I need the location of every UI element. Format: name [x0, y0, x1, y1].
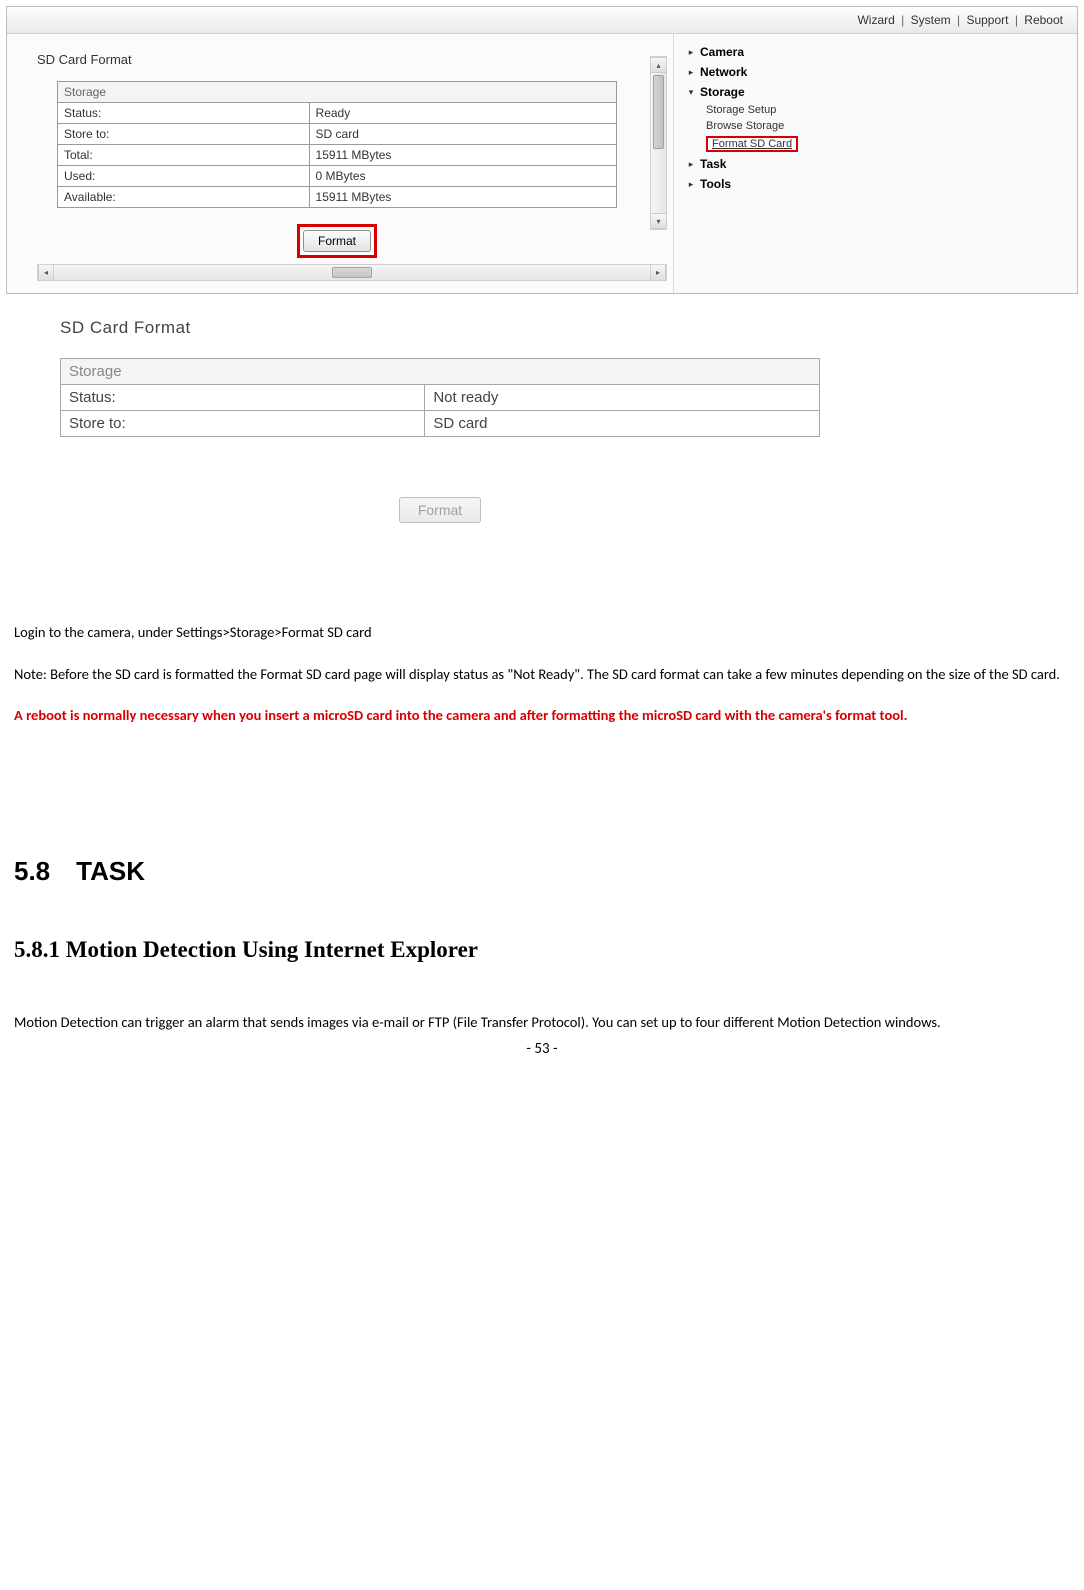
horizontal-scrollbar[interactable]: ◂ ▸ [37, 264, 667, 281]
scroll-down-arrow-icon[interactable]: ▾ [651, 213, 666, 229]
heading-5-8: 5.8 TASK [14, 856, 1070, 887]
menu-separator: | [898, 13, 907, 27]
caret-right-icon: ▸ [686, 67, 696, 78]
nav-item-tools[interactable]: ▸ Tools [684, 174, 1067, 194]
nav-item-network[interactable]: ▸ Network [684, 62, 1067, 82]
nav-label: Tools [696, 177, 731, 191]
storage-table: Storage Status: Ready Store to: SD card … [57, 81, 617, 208]
paragraph: Note: Before the SD card is formatted th… [14, 665, 1070, 685]
row-key: Store to: [61, 411, 425, 437]
top-menu-bar: Wizard | System | Support | Reboot [7, 7, 1077, 34]
menu-wizard[interactable]: Wizard [857, 13, 894, 27]
scroll-right-arrow-icon[interactable]: ▸ [650, 265, 666, 280]
nav-label: Storage [696, 85, 745, 99]
table-row: Total: 15911 MBytes [58, 145, 617, 166]
nav-label: Task [696, 157, 726, 171]
table-header: Storage [58, 82, 617, 103]
row-key: Used: [58, 166, 310, 187]
nav-item-storage[interactable]: ▾ Storage [684, 82, 1067, 102]
paragraph: Motion Detection can trigger an alarm th… [14, 1013, 1070, 1033]
format-button-highlight: Format [297, 224, 377, 258]
table-row: Store to: SD card [58, 124, 617, 145]
scroll-thumb[interactable] [332, 267, 372, 278]
row-value: Ready [309, 103, 616, 124]
panel-title: SD Card Format [60, 318, 1044, 338]
table-row: Status: Not ready [61, 385, 820, 411]
table-row: Available: 15911 MBytes [58, 187, 617, 208]
warning-paragraph: A reboot is normally necessary when you … [14, 706, 1070, 726]
nav-item-task[interactable]: ▸ Task [684, 154, 1067, 174]
settings-side-nav: ▸ Camera ▸ Network ▾ Storage Storage Set… [673, 34, 1077, 293]
camera-settings-window: Wizard | System | Support | Reboot SD Ca… [6, 6, 1078, 294]
nav-item-camera[interactable]: ▸ Camera [684, 42, 1067, 62]
nav-sub-browse-storage[interactable]: Browse Storage [706, 118, 1067, 134]
row-value: 15911 MBytes [309, 145, 616, 166]
row-key: Store to: [58, 124, 310, 145]
caret-right-icon: ▸ [686, 159, 696, 170]
scroll-up-arrow-icon[interactable]: ▴ [651, 57, 666, 73]
row-value: Not ready [425, 385, 820, 411]
page-number: - 53 - [0, 1040, 1084, 1058]
document-body: Login to the camera, under Settings>Stor… [14, 623, 1070, 726]
scroll-thumb[interactable] [653, 75, 664, 149]
table-row: Used: 0 MBytes [58, 166, 617, 187]
row-key: Status: [58, 103, 310, 124]
menu-reboot[interactable]: Reboot [1024, 13, 1063, 27]
table-row: Status: Ready [58, 103, 617, 124]
row-key: Total: [58, 145, 310, 166]
vertical-scrollbar[interactable]: ▴ ▾ [650, 56, 667, 230]
format-button[interactable]: Format [303, 230, 371, 252]
menu-system[interactable]: System [911, 13, 951, 27]
row-value: SD card [309, 124, 616, 145]
row-value: 0 MBytes [309, 166, 616, 187]
scroll-left-arrow-icon[interactable]: ◂ [38, 265, 54, 280]
panel-title: SD Card Format [37, 52, 667, 67]
paragraph: Login to the camera, under Settings>Stor… [14, 623, 1070, 643]
nav-label: Network [696, 65, 747, 79]
nav-sub-format-sd[interactable]: Format SD Card [706, 134, 1067, 154]
menu-separator: | [954, 13, 963, 27]
heading-5-8-1: 5.8.1 Motion Detection Using Internet Ex… [14, 937, 1070, 963]
format-sd-highlight: Format SD Card [706, 136, 798, 152]
nav-sub-storage-setup[interactable]: Storage Setup [706, 102, 1067, 118]
row-key: Available: [58, 187, 310, 208]
caret-right-icon: ▸ [686, 179, 696, 190]
nav-label: Camera [696, 45, 744, 59]
menu-separator: | [1012, 13, 1021, 27]
caret-right-icon: ▸ [686, 47, 696, 58]
table-header: Storage [61, 359, 820, 385]
table-row: Store to: SD card [61, 411, 820, 437]
menu-support[interactable]: Support [966, 13, 1008, 27]
storage-table: Storage Status: Not ready Store to: SD c… [60, 358, 820, 437]
format-button-disabled: Format [399, 497, 481, 523]
caret-down-icon: ▾ [686, 87, 696, 98]
row-key: Status: [61, 385, 425, 411]
row-value: SD card [425, 411, 820, 437]
row-value: 15911 MBytes [309, 187, 616, 208]
sdcard-format-notready-panel: SD Card Format Storage Status: Not ready… [60, 318, 1044, 523]
